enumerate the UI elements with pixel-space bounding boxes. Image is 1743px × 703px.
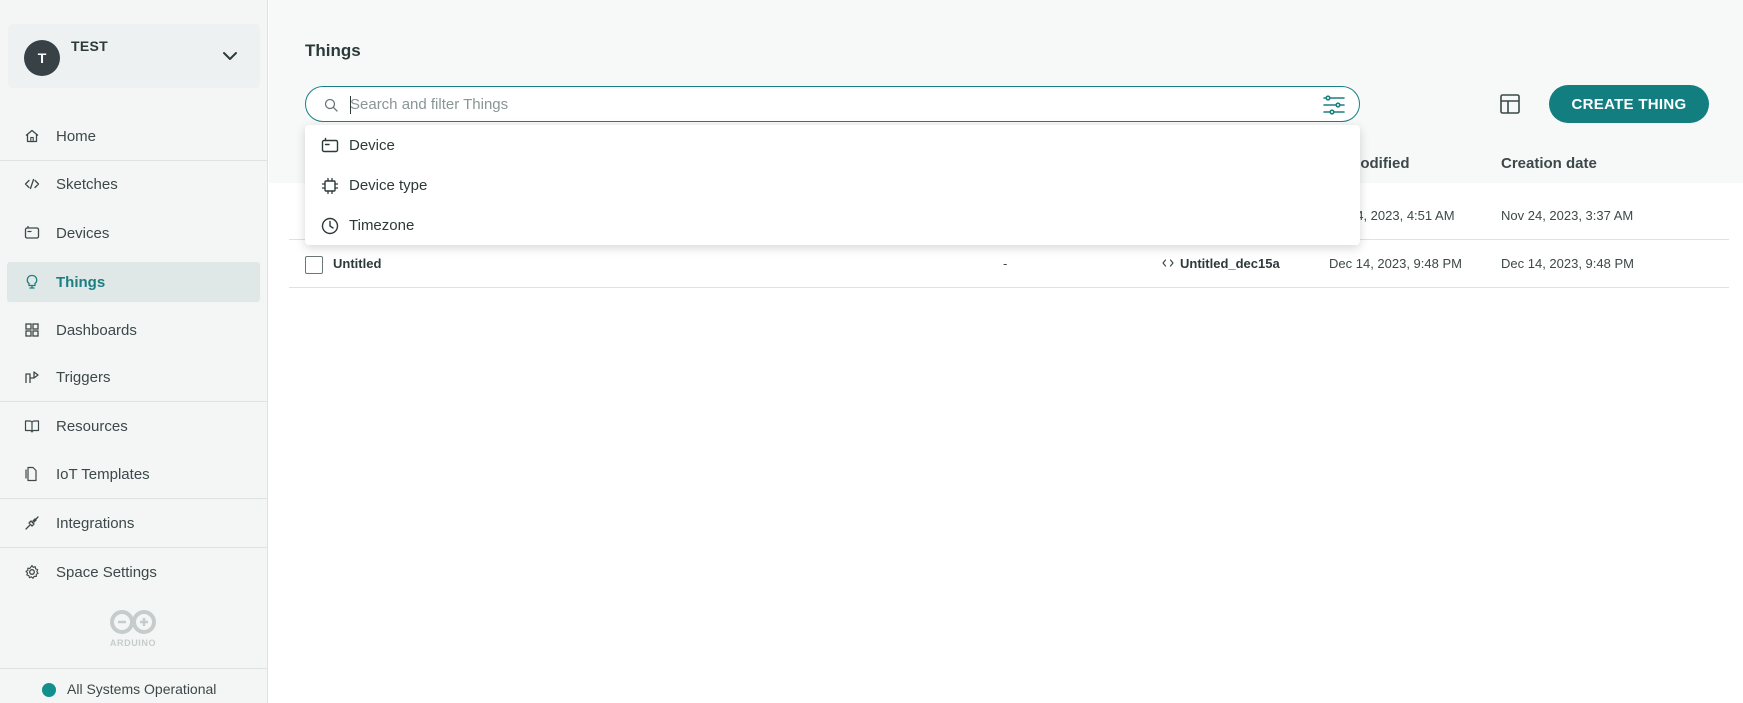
sidebar-item-label: Devices	[56, 224, 110, 242]
cell-creation-date: Dec 14, 2023, 9:48 PM	[1501, 256, 1634, 271]
bulb-icon	[26, 274, 38, 289]
filter-icon[interactable]	[1323, 95, 1345, 115]
space-switcher[interactable]: T TEST	[8, 24, 260, 88]
create-thing-button[interactable]: CREATE THING	[1549, 85, 1709, 123]
row-checkbox[interactable]	[305, 256, 323, 274]
cell-last-modified: 24, 2023, 4:51 AM	[1349, 208, 1455, 223]
filter-option-timezone[interactable]: Timezone	[305, 205, 1360, 245]
page-title: Things	[305, 41, 361, 60]
filter-option-device-type[interactable]: Device type	[305, 165, 1360, 205]
sidebar-item-label: Integrations	[56, 514, 135, 532]
sidebar-item-label: Triggers	[56, 368, 111, 386]
sidebar-item-label: Home	[56, 127, 97, 145]
cell-creation-date: Nov 24, 2023, 3:37 AM	[1501, 208, 1634, 223]
filter-option-label: Device	[349, 137, 395, 154]
template-icon	[25, 466, 37, 482]
code-icon	[24, 178, 40, 190]
column-header-creation-date[interactable]: Creation date	[1501, 155, 1597, 172]
cell-thing-name[interactable]: Untitled	[333, 256, 381, 271]
sidebar-item-label: Dashboards	[56, 321, 137, 339]
sidebar-item-label: Things	[56, 273, 106, 291]
nav-divider	[0, 401, 268, 402]
text-caret	[350, 96, 351, 114]
code-icon	[1162, 259, 1174, 267]
sidebar: T TEST Home Sketches Devices Things Dash…	[0, 0, 268, 703]
chip-icon	[321, 177, 339, 195]
sidebar-item-triggers[interactable]: Triggers	[0, 357, 268, 397]
brand-logo-text: ARDUINO	[110, 638, 156, 648]
sidebar-item-integrations[interactable]: Integrations	[0, 503, 268, 543]
sidebar-item-label: Sketches	[56, 175, 118, 193]
filter-option-label: Device type	[349, 177, 428, 194]
sidebar-item-space-settings[interactable]: Space Settings	[0, 552, 268, 592]
search-icon	[324, 98, 338, 112]
search-bar[interactable]	[305, 86, 1360, 122]
cell-device: -	[1003, 256, 1008, 271]
device-icon	[24, 225, 40, 239]
main-content: Things CREATE THING modified Creation da…	[269, 0, 1743, 703]
nav-divider	[0, 547, 268, 548]
sidebar-item-label: IoT Templates	[56, 465, 150, 483]
avatar: T	[24, 40, 60, 76]
filter-dropdown: Device Device type Timezone	[305, 125, 1360, 245]
sidebar-item-dashboards[interactable]: Dashboards	[0, 310, 268, 350]
cell-sketch[interactable]: Untitled_dec15a	[1180, 256, 1280, 271]
system-status[interactable]: All Systems Operational	[0, 668, 268, 703]
sidebar-item-sketches[interactable]: Sketches	[0, 164, 268, 204]
home-icon	[25, 129, 39, 143]
sidebar-item-devices[interactable]: Devices	[0, 213, 268, 253]
nav-divider	[0, 498, 268, 499]
device-icon	[321, 137, 339, 153]
grid-icon	[25, 323, 39, 337]
status-label: All Systems Operational	[67, 681, 217, 697]
cell-last-modified: Dec 14, 2023, 9:48 PM	[1329, 256, 1462, 271]
filter-option-device[interactable]: Device	[305, 125, 1360, 165]
brand-logo: ARDUINO	[110, 610, 156, 648]
sidebar-item-home[interactable]: Home	[0, 116, 268, 156]
chevron-down-icon[interactable]	[220, 46, 240, 66]
nav-divider	[0, 160, 268, 161]
table-row[interactable]: Untitled - Untitled_dec15a Dec 14, 2023,…	[289, 240, 1729, 288]
book-icon	[24, 420, 40, 433]
sidebar-item-things[interactable]: Things	[7, 262, 260, 302]
status-dot	[42, 683, 56, 697]
plug-icon	[25, 516, 39, 530]
sidebar-item-resources[interactable]: Resources	[0, 406, 268, 446]
search-input[interactable]	[350, 93, 1310, 115]
sidebar-item-iot-templates[interactable]: IoT Templates	[0, 454, 268, 494]
table-layout-icon[interactable]	[1498, 92, 1522, 116]
clock-icon	[321, 217, 339, 235]
gear-icon	[25, 564, 39, 579]
sidebar-item-label: Resources	[56, 417, 128, 435]
sidebar-item-label: Space Settings	[56, 563, 157, 581]
space-name: TEST	[71, 38, 108, 54]
trigger-icon	[25, 371, 39, 383]
filter-option-label: Timezone	[349, 217, 415, 234]
